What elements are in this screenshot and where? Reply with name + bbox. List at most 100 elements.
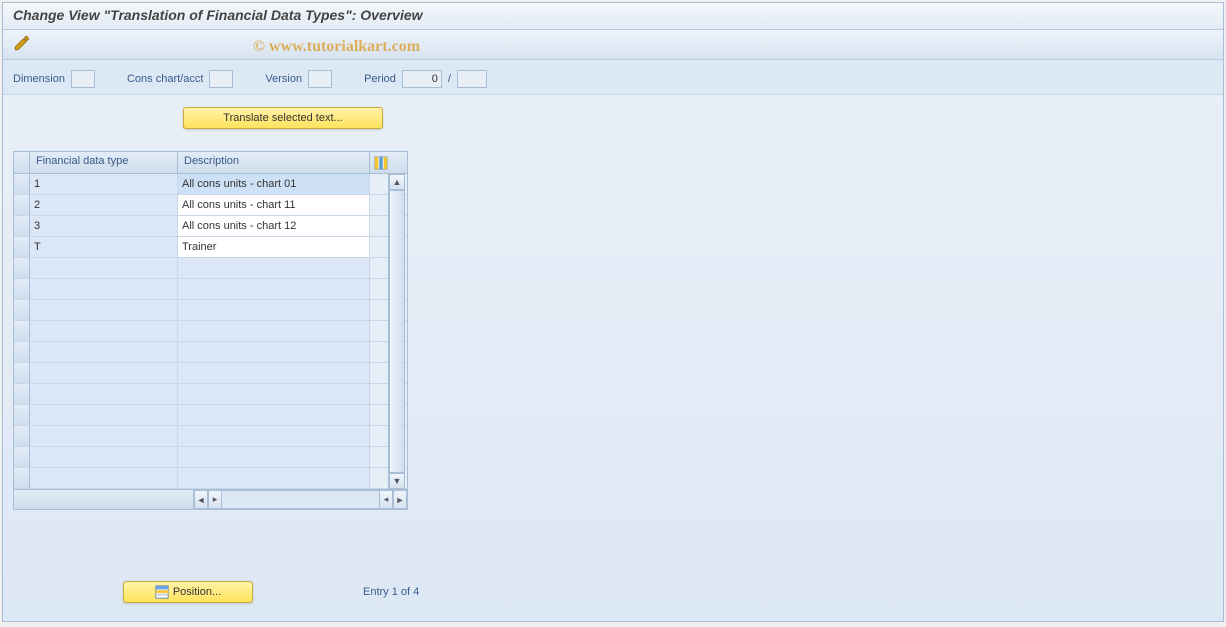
cell-type[interactable]	[30, 258, 178, 278]
cell-description[interactable]: Trainer	[178, 237, 370, 257]
toolbar	[3, 30, 1223, 60]
scroll-left-button[interactable]: ◄	[194, 490, 208, 509]
cell-type[interactable]	[30, 468, 178, 488]
scroll-up-button[interactable]: ▲	[389, 174, 405, 190]
dimension-label: Dimension	[13, 73, 65, 85]
version-input[interactable]	[308, 70, 332, 88]
table-row-empty[interactable]	[14, 468, 407, 489]
cell-description[interactable]	[178, 279, 370, 299]
position-icon	[155, 585, 169, 599]
cell-type[interactable]	[30, 447, 178, 467]
scroll-thumb[interactable]	[389, 190, 405, 473]
row-selector[interactable]	[14, 237, 30, 257]
table-row-empty[interactable]	[14, 384, 407, 405]
cons-chart-input[interactable]	[209, 70, 233, 88]
select-all-column[interactable]	[14, 152, 30, 173]
translate-button[interactable]: Translate selected text...	[183, 107, 383, 129]
hscroll-track[interactable]	[222, 490, 379, 509]
table-row-empty[interactable]	[14, 363, 407, 384]
cell-description[interactable]	[178, 363, 370, 383]
footer: Position... Entry 1 of 4	[123, 581, 419, 603]
column-header-type[interactable]: Financial data type	[30, 152, 178, 173]
horizontal-scroll-row: ◄ ▸ ◂ ►	[14, 489, 407, 509]
table-row[interactable]: TTrainer	[14, 237, 407, 258]
main-window: Change View "Translation of Financial Da…	[2, 2, 1224, 622]
position-button[interactable]: Position...	[123, 581, 253, 603]
table-row-empty[interactable]	[14, 426, 407, 447]
cell-description[interactable]: All cons units - chart 11	[178, 195, 370, 215]
row-selector[interactable]	[14, 174, 30, 194]
row-selector[interactable]	[14, 384, 30, 404]
period-input-2[interactable]	[457, 70, 487, 88]
table-row-empty[interactable]	[14, 279, 407, 300]
row-selector[interactable]	[14, 405, 30, 425]
version-label: Version	[265, 73, 302, 85]
cell-description[interactable]: All cons units - chart 12	[178, 216, 370, 236]
cell-type[interactable]: 2	[30, 195, 178, 215]
column-header-description[interactable]: Description	[178, 152, 370, 173]
table-body: 1All cons units - chart 012All cons unit…	[14, 174, 407, 489]
table-row-empty[interactable]	[14, 300, 407, 321]
scroll-track[interactable]	[389, 190, 405, 473]
position-button-label: Position...	[173, 586, 221, 598]
cell-type[interactable]	[30, 279, 178, 299]
table-row[interactable]: 2All cons units - chart 11	[14, 195, 407, 216]
cell-description[interactable]	[178, 405, 370, 425]
cell-type[interactable]: 1	[30, 174, 178, 194]
period-label: Period	[364, 73, 396, 85]
edit-icon[interactable]	[13, 34, 31, 55]
cons-chart-label: Cons chart/acct	[127, 73, 203, 85]
row-selector[interactable]	[14, 216, 30, 236]
table-settings-icon	[374, 156, 388, 170]
data-table: Financial data type Description 1All con…	[13, 151, 408, 510]
table-config-button[interactable]	[370, 152, 392, 173]
row-selector[interactable]	[14, 258, 30, 278]
cell-type[interactable]	[30, 300, 178, 320]
table-row[interactable]: 3All cons units - chart 12	[14, 216, 407, 237]
dimension-input[interactable]	[71, 70, 95, 88]
cell-type[interactable]: 3	[30, 216, 178, 236]
cell-description[interactable]	[178, 342, 370, 362]
cell-type[interactable]	[30, 363, 178, 383]
table-row-empty[interactable]	[14, 405, 407, 426]
period-separator: /	[448, 73, 451, 85]
cell-type[interactable]	[30, 321, 178, 341]
cell-description[interactable]	[178, 426, 370, 446]
page-title: Change View "Translation of Financial Da…	[3, 3, 1223, 30]
row-selector[interactable]	[14, 363, 30, 383]
entry-counter: Entry 1 of 4	[363, 586, 419, 598]
cell-description[interactable]: All cons units - chart 01	[178, 174, 370, 194]
row-selector[interactable]	[14, 321, 30, 341]
scroll-right-page-button[interactable]: ◂	[379, 490, 393, 509]
cell-type[interactable]	[30, 384, 178, 404]
cell-description[interactable]	[178, 300, 370, 320]
row-selector[interactable]	[14, 468, 30, 488]
row-selector[interactable]	[14, 447, 30, 467]
scroll-down-button[interactable]: ▼	[389, 473, 405, 489]
scroll-left-page-button[interactable]: ▸	[208, 490, 222, 509]
cell-description[interactable]	[178, 384, 370, 404]
cell-type[interactable]	[30, 405, 178, 425]
cell-description[interactable]	[178, 447, 370, 467]
filter-row: Dimension Cons chart/acct Version Period…	[3, 60, 1223, 95]
cell-description[interactable]	[178, 258, 370, 278]
cell-description[interactable]	[178, 321, 370, 341]
table-row-empty[interactable]	[14, 342, 407, 363]
scroll-right-button[interactable]: ►	[393, 490, 407, 509]
table-row-empty[interactable]	[14, 321, 407, 342]
vertical-scrollbar[interactable]: ▲ ▼	[388, 174, 405, 489]
row-selector[interactable]	[14, 426, 30, 446]
translate-row: Translate selected text...	[3, 95, 1223, 137]
table-row-empty[interactable]	[14, 258, 407, 279]
row-selector[interactable]	[14, 279, 30, 299]
period-input-1[interactable]	[402, 70, 442, 88]
cell-description[interactable]	[178, 468, 370, 488]
cell-type[interactable]	[30, 342, 178, 362]
row-selector[interactable]	[14, 300, 30, 320]
table-row-empty[interactable]	[14, 447, 407, 468]
cell-type[interactable]	[30, 426, 178, 446]
cell-type[interactable]: T	[30, 237, 178, 257]
row-selector[interactable]	[14, 195, 30, 215]
row-selector[interactable]	[14, 342, 30, 362]
table-row[interactable]: 1All cons units - chart 01	[14, 174, 407, 195]
